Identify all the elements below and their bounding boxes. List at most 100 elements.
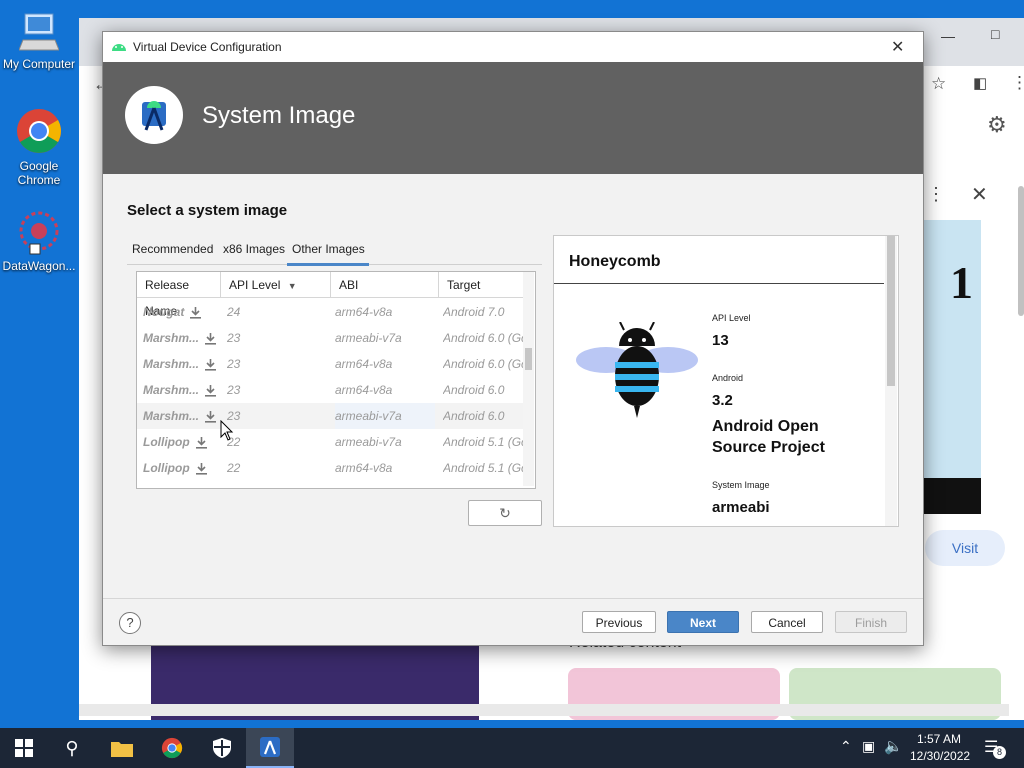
- download-icon[interactable]: [205, 410, 217, 423]
- api-level-cell: 23: [227, 357, 241, 371]
- windows-logo-icon: [15, 739, 33, 757]
- clock-time[interactable]: 1:57 AM: [917, 732, 961, 746]
- abi-cell: arm64-v8a: [335, 461, 393, 475]
- download-icon[interactable]: [205, 384, 217, 397]
- comic-thumbnail[interactable]: 1: [922, 220, 981, 514]
- api-level-cell: 22: [227, 461, 241, 475]
- taskbar-chrome[interactable]: [148, 728, 196, 768]
- desktop-icon-datawagon[interactable]: DataWagon...: [0, 206, 78, 273]
- column-header-abi[interactable]: ABI: [331, 272, 439, 298]
- system-image-table: Release Name API Level ▼ ABI Target Noug…: [136, 271, 536, 489]
- release-name: Marshm...: [143, 357, 200, 371]
- close-icon[interactable]: ✕: [891, 37, 904, 57]
- notification-center-button[interactable]: ☰ 8: [980, 736, 1010, 760]
- taskbar-security[interactable]: [198, 728, 246, 768]
- side-panel-icon[interactable]: ◧: [973, 74, 987, 92]
- release-name: Nougat: [143, 305, 185, 319]
- table-row[interactable]: Marshm... 23 armeabi-v7a Android 6.0 (Gc: [137, 325, 523, 351]
- download-icon[interactable]: [195, 462, 207, 475]
- desktop-icon-label: DataWagon...: [2, 259, 76, 273]
- clock-date[interactable]: 12/30/2022: [910, 749, 970, 763]
- release-name: Lollipop: [143, 461, 190, 475]
- finish-label: Finish: [854, 616, 887, 630]
- maximize-icon[interactable]: □: [991, 26, 999, 42]
- taskbar-file-explorer[interactable]: [98, 728, 146, 768]
- system-image-label: System Image: [712, 480, 770, 490]
- honeycomb-bee-icon: [576, 322, 698, 418]
- computer-icon: [18, 13, 60, 51]
- help-button[interactable]: ?: [119, 612, 141, 634]
- browser-menu-icon[interactable]: ⋮: [1011, 73, 1024, 93]
- visit-button[interactable]: Visit: [925, 530, 1005, 566]
- download-icon[interactable]: [190, 306, 202, 319]
- notification-count: 8: [993, 746, 1006, 759]
- detail-scrollbar-thumb[interactable]: [887, 236, 895, 386]
- desktop-icon-chrome[interactable]: Google Chrome: [0, 106, 78, 187]
- tab-other-images[interactable]: Other Images: [292, 242, 365, 256]
- api-level-cell: 23: [227, 383, 241, 397]
- table-row[interactable]: Lollipop 22 armeabi-v7a Android 5.1 (Gc: [137, 429, 523, 455]
- api-level-cell: 23: [227, 409, 241, 423]
- table-row[interactable]: Nougat 24 arm64-v8a Android 7.0: [137, 299, 523, 325]
- close-panel-icon[interactable]: ✕: [971, 182, 988, 207]
- abi-cell: armeabi-v7a: [335, 403, 435, 429]
- api-level-cell: 24: [227, 305, 241, 319]
- table-row[interactable]: Lollipop 22 arm64-v8a Android 5.1 (Gc: [137, 455, 523, 481]
- next-button[interactable]: Next: [667, 611, 739, 633]
- vertical-scrollbar[interactable]: [1018, 186, 1024, 316]
- desktop-icon-label: My Computer: [2, 57, 76, 71]
- finish-button[interactable]: Finish: [835, 611, 907, 633]
- taskbar-android-studio[interactable]: [246, 728, 294, 768]
- abi-cell: armeabi-v7a: [335, 331, 402, 345]
- abi-cell: arm64-v8a: [335, 383, 393, 397]
- api-level-cell: 22: [227, 435, 241, 449]
- tab-recommended[interactable]: Recommended: [132, 242, 213, 256]
- dialog-header-title: System Image: [202, 102, 356, 129]
- comic-page-number: 1: [950, 257, 973, 308]
- detail-scrollbar[interactable]: [885, 236, 897, 526]
- datawagon-icon: [19, 211, 59, 255]
- refresh-button[interactable]: ↻: [468, 500, 542, 526]
- release-name: Marshm...: [143, 409, 200, 423]
- dialog-titlebar: Virtual Device Configuration ✕: [103, 32, 923, 63]
- detail-divider: [554, 283, 884, 284]
- chrome-icon: [17, 109, 61, 153]
- horizontal-scrollbar[interactable]: [79, 704, 1009, 716]
- api-level-cell: 23: [227, 331, 241, 345]
- column-header-release-name[interactable]: Release Name: [137, 272, 221, 318]
- desktop-icon-my-computer[interactable]: My Computer: [0, 10, 78, 71]
- table-scrollbar[interactable]: [523, 272, 534, 486]
- android-version-label: Android: [712, 373, 744, 383]
- column-header-api-level[interactable]: API Level ▼: [221, 272, 331, 298]
- volume-icon[interactable]: 🔈: [884, 737, 903, 755]
- bookmark-star-icon[interactable]: ☆: [931, 74, 946, 94]
- show-hidden-icons-icon[interactable]: ⌃: [840, 738, 852, 755]
- table-row[interactable]: Marshm... 23 arm64-v8a Android 6.0 (Gc: [137, 351, 523, 377]
- network-icon[interactable]: ▣: [862, 738, 875, 755]
- download-icon[interactable]: [195, 436, 207, 449]
- download-icon[interactable]: [205, 332, 217, 345]
- start-button[interactable]: [0, 728, 48, 768]
- download-icon[interactable]: [205, 358, 217, 371]
- previous-button[interactable]: Previous: [582, 611, 656, 633]
- minimize-icon[interactable]: —: [941, 28, 955, 44]
- taskbar: ⚲ ⌃ ▣ 🔈 1:57 AM 12/30/2022 ☰ 8: [0, 728, 1024, 768]
- tab-x86-images[interactable]: x86 Images: [223, 242, 285, 256]
- target-cell: Android 5.1 (Gc: [443, 461, 523, 475]
- column-label: ABI: [339, 278, 359, 292]
- cancel-button[interactable]: Cancel: [751, 611, 823, 633]
- help-label: ?: [126, 615, 134, 630]
- table-scrollbar-thumb[interactable]: [525, 348, 532, 370]
- search-icon: ⚲: [65, 737, 79, 758]
- section-title: Select a system image: [127, 202, 288, 219]
- release-name: Lollipop: [143, 435, 190, 449]
- column-label: Target: [447, 278, 481, 292]
- taskbar-search[interactable]: ⚲: [48, 728, 96, 768]
- more-options-icon[interactable]: ⋮: [927, 184, 945, 205]
- android-studio-icon: [260, 737, 280, 757]
- table-row[interactable]: Marshm... 23 arm64-v8a Android 6.0: [137, 377, 523, 403]
- column-header-target[interactable]: Target: [439, 272, 523, 298]
- settings-gear-icon[interactable]: ⚙: [987, 112, 1007, 138]
- table-row[interactable]: Marshm... 23 armeabi-v7a Android 6.0: [137, 403, 523, 429]
- target-cell: Android 6.0 (Gc: [443, 357, 523, 371]
